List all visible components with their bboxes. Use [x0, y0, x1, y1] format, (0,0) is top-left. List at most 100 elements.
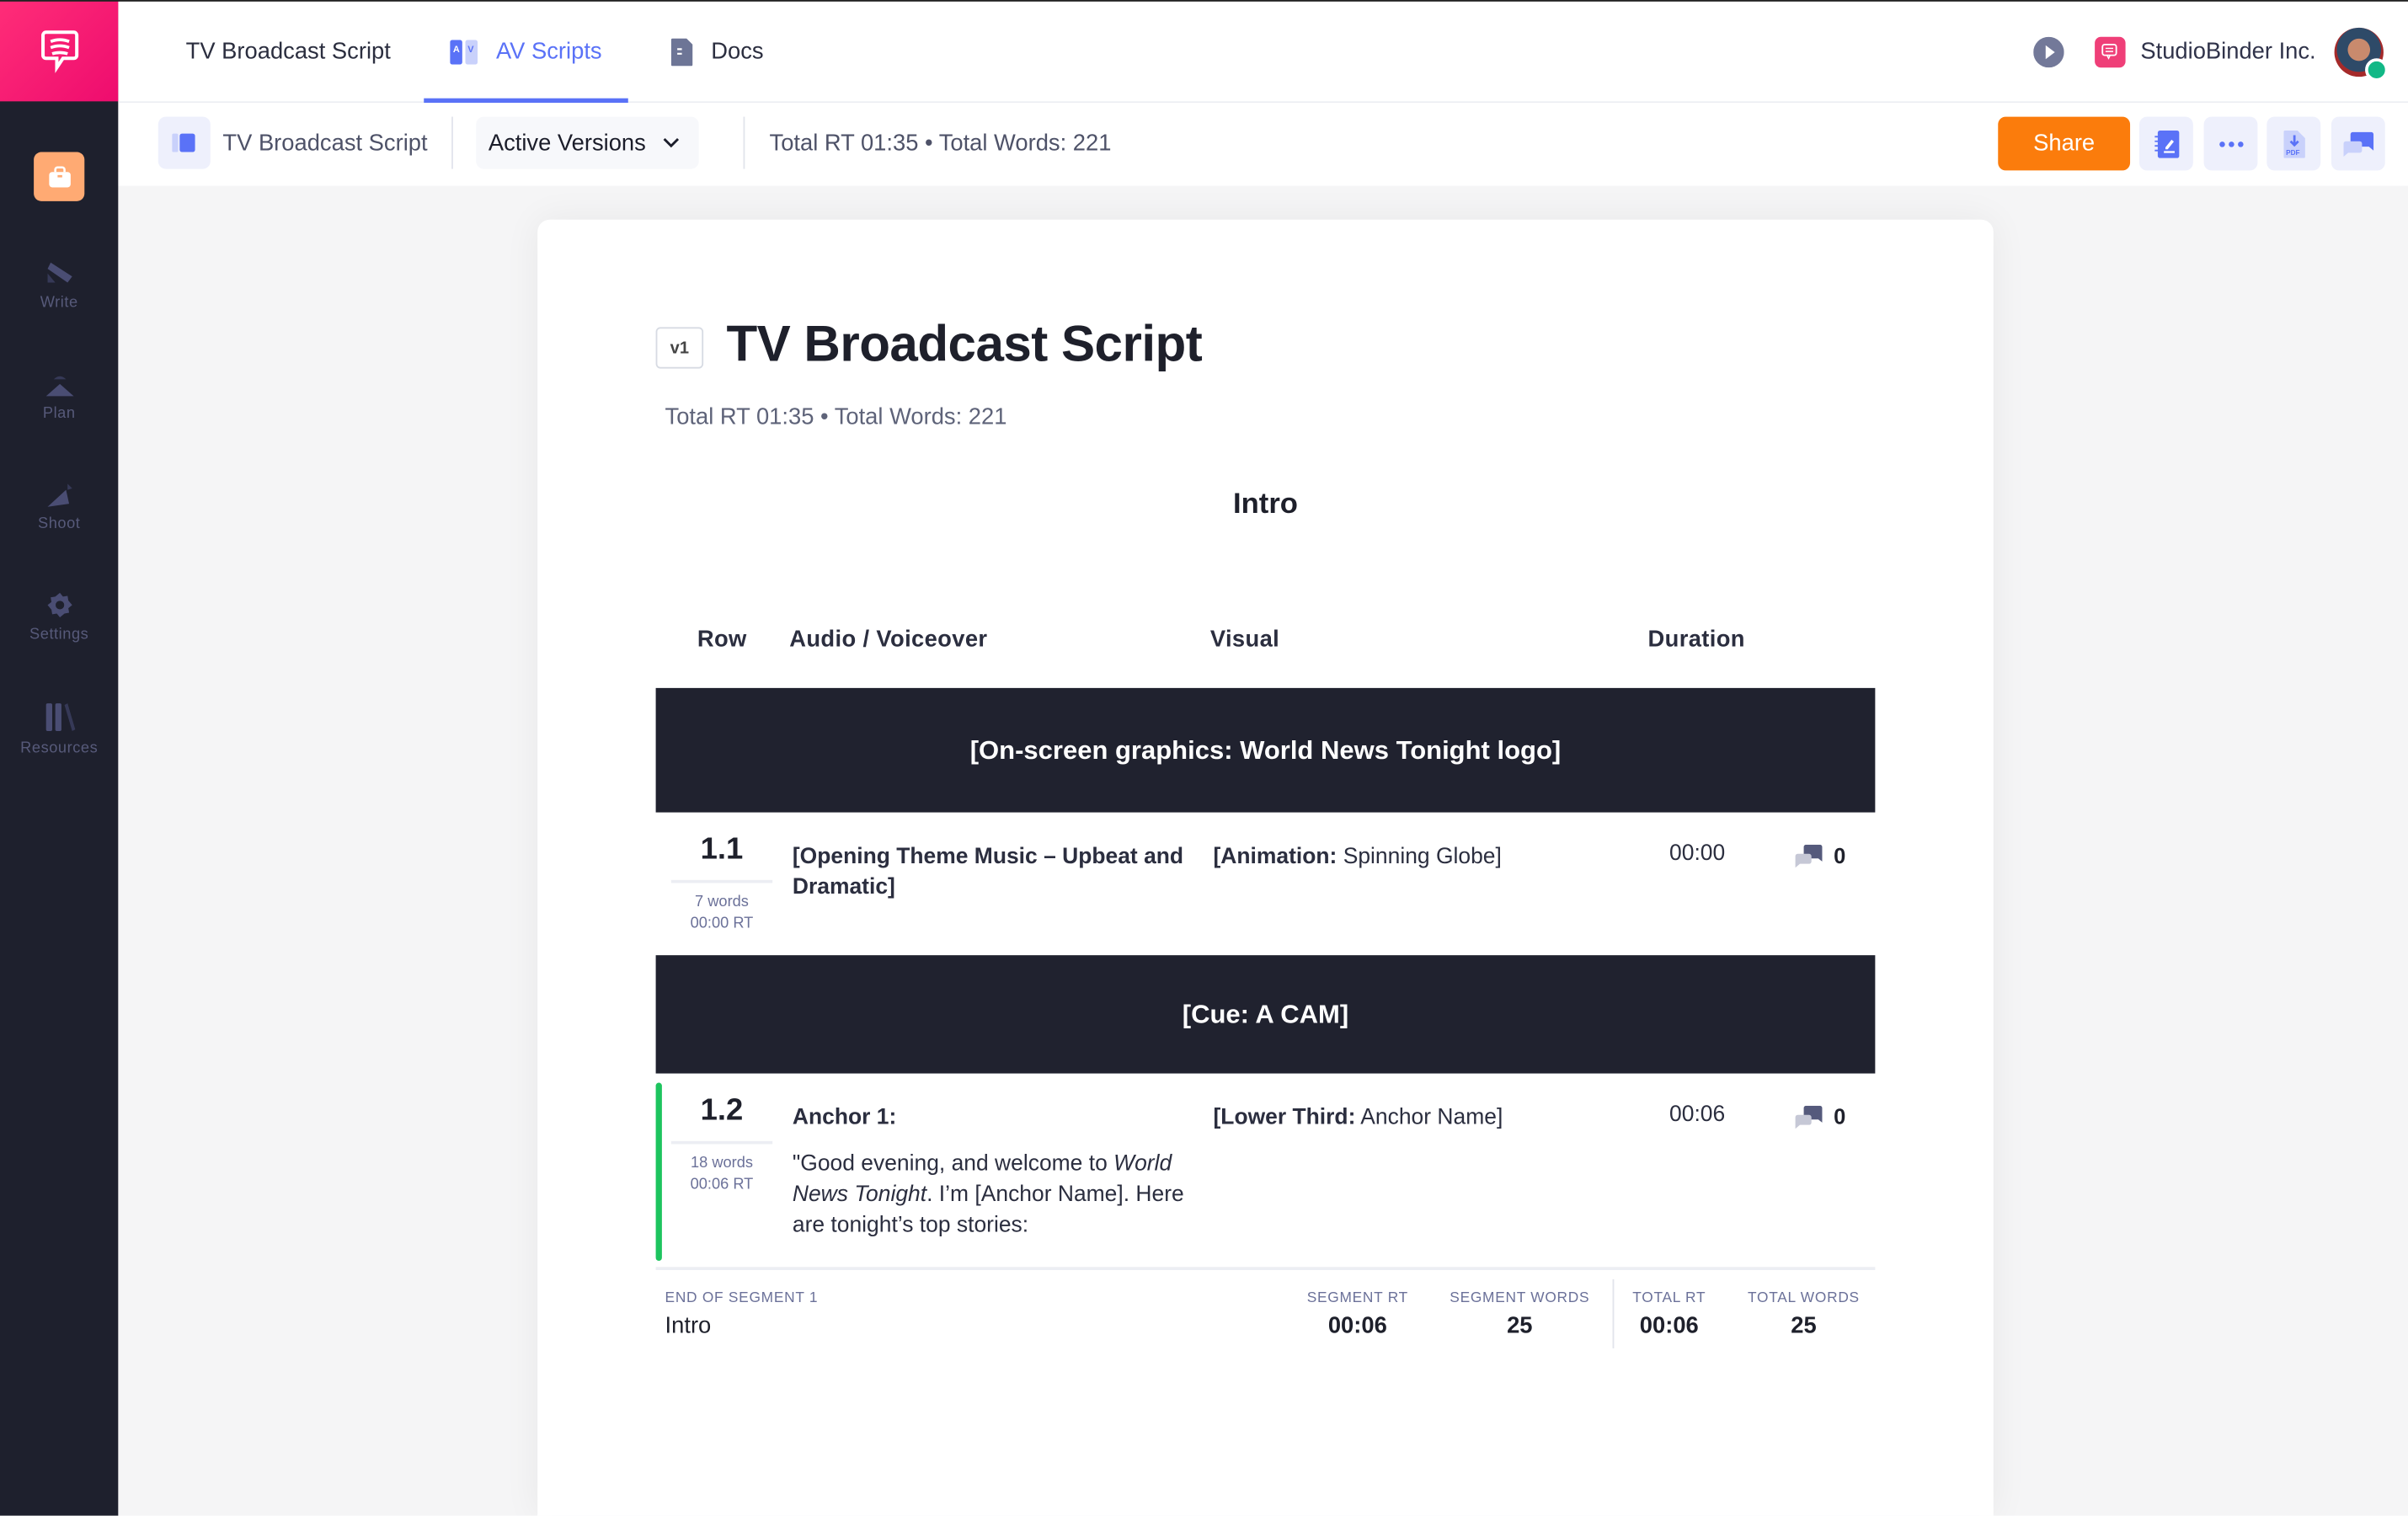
total-rt-value: 00:06: [1639, 1313, 1699, 1340]
row-comments-button[interactable]: 0: [1795, 843, 1845, 867]
svg-text:V: V: [467, 44, 474, 54]
dialogue-part: "Good evening, and welcome to: [792, 1151, 1114, 1177]
table-row[interactable]: 1.1 7 words 00:00 RT [Opening Theme Musi…: [656, 813, 1876, 956]
sidebar-item-shoot[interactable]: Shoot: [0, 481, 118, 533]
more-options-button[interactable]: [2203, 116, 2258, 171]
column-header-audio: Audio / Voiceover: [789, 626, 988, 653]
company-name[interactable]: StudioBinder Inc.: [2140, 39, 2315, 65]
cue-bar[interactable]: [On-screen graphics: World News Tonight …: [655, 687, 1876, 813]
share-button[interactable]: Share: [1998, 116, 2131, 171]
sidebar-item-label: Settings: [29, 626, 89, 644]
company-logo: [2094, 35, 2126, 67]
comments-button[interactable]: [2331, 116, 2385, 171]
segment-rt-label: SEGMENT RT: [1306, 1289, 1408, 1307]
row-comments-button[interactable]: 0: [1795, 1104, 1846, 1129]
svg-text:A: A: [453, 44, 460, 54]
versions-dropdown-label: Active Versions: [488, 130, 646, 157]
sidebar-home-button[interactable]: [34, 152, 85, 201]
document-stats: Total RT 01:35 • Total Words: 221: [769, 130, 1112, 157]
audio-cell[interactable]: Anchor 1: "Good evening, and welcome to …: [793, 1102, 1199, 1241]
segment-rt-value: 00:06: [1327, 1313, 1387, 1340]
briefcase-icon: [48, 166, 70, 188]
total-rt-label: TOTAL RT: [1632, 1289, 1706, 1307]
segment-title[interactable]: Intro: [537, 488, 1994, 522]
sidebar-item-label: Write: [40, 295, 78, 312]
document-toolbar: TV Broadcast Script Active Versions Tota…: [118, 103, 2408, 186]
chat-logo-icon: [2101, 43, 2118, 60]
row-running-time: 00:00 RT: [690, 915, 754, 932]
sidebar-item-plan[interactable]: Plan: [0, 370, 118, 422]
segment-rt: SEGMENT RT 00:06: [1307, 1290, 1408, 1339]
sidebar-item-write[interactable]: Write: [0, 259, 118, 312]
divider: [743, 116, 745, 169]
tab-project[interactable]: TV Broadcast Script: [186, 2, 391, 102]
divider: [1612, 1278, 1615, 1348]
top-nav-bar: TV Broadcast Script AV AV Scripts Docs S…: [118, 1, 2408, 104]
segment-footer: END OF SEGMENT 1 Intro SEGMENT RT 00:06 …: [665, 1278, 1876, 1348]
versions-dropdown[interactable]: Active Versions: [476, 116, 699, 169]
sidebar-item-settings[interactable]: Settings: [0, 591, 118, 643]
page-stats: Total RT 01:35 • Total Words: 221: [665, 403, 1007, 430]
more-horizontal-icon: [2218, 141, 2243, 147]
cue-bar[interactable]: [Cue: A CAM]: [655, 955, 1876, 1074]
app-root: Write Plan Shoot Settings Resources TV B…: [0, 0, 2408, 1516]
user-avatar[interactable]: [2334, 26, 2389, 81]
account-area: StudioBinder Inc.: [2032, 2, 2389, 102]
studiobinder-logo[interactable]: [0, 0, 119, 102]
tab-label: Docs: [711, 38, 764, 65]
script-page: v1 TV Broadcast Script Total RT 01:35 • …: [537, 219, 1994, 1516]
comment-bubbles-icon: [1795, 1104, 1823, 1129]
document-icon: [670, 37, 693, 66]
script-notes-button[interactable]: [2138, 116, 2193, 171]
visual-label: [Lower Third:: [1213, 1105, 1356, 1131]
divider: [451, 116, 453, 169]
duration-cell[interactable]: 00:06: [1669, 1102, 1725, 1127]
tab-label: AV Scripts: [495, 38, 602, 65]
visual-text: Anchor Name]: [1355, 1105, 1503, 1131]
page-title: TV Broadcast Script: [726, 314, 1203, 372]
sidebar-item-resources[interactable]: Resources: [0, 702, 118, 757]
column-header-visual: Visual: [1209, 626, 1280, 653]
chat-logo-icon: [40, 30, 78, 73]
av-scripts-icon: AV: [450, 39, 478, 64]
segment-words: SEGMENT WORDS 25: [1450, 1290, 1589, 1339]
row-number: 1.2: [700, 1093, 744, 1128]
play-tutorial-icon[interactable]: [2032, 35, 2064, 67]
online-status-indicator: [2365, 57, 2389, 81]
svg-text:PDF: PDF: [2285, 148, 2299, 156]
visual-cell[interactable]: [Lower Third: Anchor Name]: [1213, 1102, 1612, 1133]
total-words: TOTAL WORDS 25: [1748, 1290, 1860, 1339]
row-word-count: 7 words: [695, 894, 749, 911]
toggle-panel-button[interactable]: [158, 116, 211, 169]
sidebar: Write Plan Shoot Settings Resources: [0, 0, 119, 1516]
pen-icon: [46, 262, 72, 283]
panel-icon: [172, 133, 195, 152]
audio-cell[interactable]: [Opening Theme Music – Upbeat and Dramat…: [793, 841, 1199, 903]
visual-label: [Animation:: [1213, 844, 1337, 870]
row-word-count: 18 words: [690, 1155, 753, 1172]
pdf-download-icon: PDF: [2283, 130, 2305, 157]
table-row-active[interactable]: 1.2 18 words 00:06 RT Anchor 1: "Good ev…: [655, 1074, 1876, 1268]
document-canvas: v1 TV Broadcast Script Total RT 01:35 • …: [118, 185, 2408, 1516]
gear-icon: [46, 592, 72, 618]
document-name: TV Broadcast Script: [222, 130, 428, 157]
duration-cell[interactable]: 00:00: [1669, 841, 1725, 866]
total-rt: TOTAL RT 00:06: [1632, 1290, 1706, 1339]
segment-words-value: 25: [1507, 1313, 1533, 1340]
export-pdf-button[interactable]: PDF: [2267, 116, 2321, 171]
comment-bubbles-icon: [1795, 843, 1823, 867]
column-header-row: Row: [697, 626, 747, 653]
tab-docs[interactable]: Docs: [670, 2, 764, 102]
shoot-icon: [46, 483, 72, 507]
column-header-duration: Duration: [1647, 626, 1745, 653]
visual-cell[interactable]: [Animation: Spinning Globe]: [1213, 841, 1612, 872]
version-badge[interactable]: v1: [655, 327, 704, 369]
row-meta: 18 words 00:06 RT: [670, 1140, 773, 1197]
cue-text: [Cue: A CAM]: [1182, 999, 1349, 1028]
tab-label: TV Broadcast Script: [185, 38, 391, 65]
notebook-edit-icon: [2154, 130, 2179, 157]
tab-av-scripts[interactable]: AV AV Scripts: [424, 2, 628, 104]
row-running-time: 00:06 RT: [690, 1176, 754, 1193]
comment-count: 0: [1834, 1104, 1846, 1129]
row-number: 1.1: [700, 832, 744, 867]
